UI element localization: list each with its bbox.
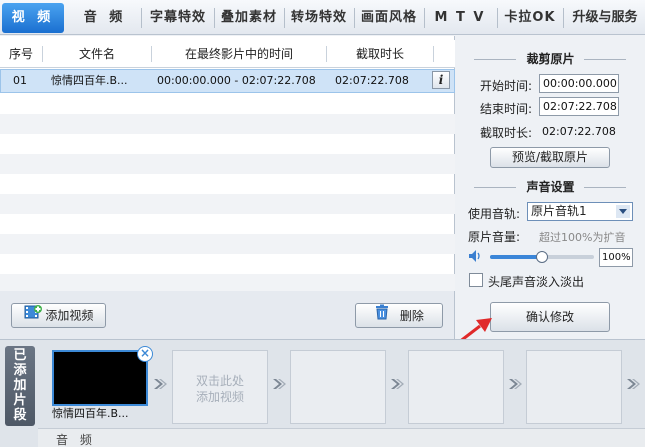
volume-slider-fill xyxy=(490,255,542,259)
add-video-label: 添加视频 xyxy=(45,308,94,323)
column-header-time-in-movie[interactable]: 在最终影片中的时间 xyxy=(152,40,326,68)
preview-trim-button[interactable]: 预览/截取原片 xyxy=(490,147,610,168)
fade-label: 头尾声音淡入淡出 xyxy=(488,275,585,289)
added-clips-strip: 已添加片段 × 惊情四百年.B... 双击此处 添加视频 音 频 xyxy=(0,339,645,447)
tab-karaoke[interactable]: 卡拉OK xyxy=(499,3,561,33)
app-window: 视 频 音 频 字幕特效 叠加素材 转场特效 画面风格 M T V 卡拉OK 升… xyxy=(0,0,645,447)
confirm-changes-button[interactable]: 确认修改 xyxy=(490,302,610,332)
added-clips-label-text: 已添加片段 xyxy=(13,348,27,423)
empty-row xyxy=(0,154,455,174)
add-video-placeholder: 双击此处 添加视频 xyxy=(173,373,267,405)
empty-clip-slot[interactable] xyxy=(408,350,504,424)
empty-row xyxy=(0,94,455,114)
volume-slider-handle[interactable] xyxy=(536,251,548,263)
tab-picture-style[interactable]: 画面风格 xyxy=(356,3,422,33)
delete-label: 删除 xyxy=(399,308,424,323)
chevron-down-icon xyxy=(616,205,630,218)
trash-icon xyxy=(374,304,390,328)
table-row[interactable]: 01 惊情四百年.B... 00:00:00.000 - 02:07:22.70… xyxy=(0,69,455,93)
chevron-right-icon xyxy=(625,376,641,392)
tab-separator xyxy=(497,8,498,28)
audio-track-select[interactable]: 原片音轨1 xyxy=(527,202,633,221)
tab-separator xyxy=(354,8,355,28)
video-list-table: 序号 文件名 在最终影片中的时间 截取时长 01 惊情四百年.B... 00:0… xyxy=(0,36,455,294)
tab-audio[interactable]: 音 频 xyxy=(74,3,136,33)
tab-separator xyxy=(214,8,215,28)
tab-upgrade-service[interactable]: 升级与服务 xyxy=(565,3,645,33)
empty-row xyxy=(0,234,455,254)
placeholder-line: 双击此处 xyxy=(195,374,244,388)
tab-separator xyxy=(141,8,142,28)
tab-mtv[interactable]: M T V xyxy=(426,3,494,33)
delete-button[interactable]: 删除 xyxy=(355,303,443,328)
empty-row xyxy=(0,254,455,274)
audio-track-label: 使用音轨: xyxy=(468,207,521,221)
cell-index: 01 xyxy=(13,74,27,87)
empty-clip-slot[interactable] xyxy=(526,350,622,424)
cell-time-range: 00:00:00.000 - 02:07:22.708 xyxy=(157,74,316,87)
empty-clip-slot[interactable] xyxy=(290,350,386,424)
divider xyxy=(584,59,626,60)
trim-duration-label: 截取时长: xyxy=(480,126,533,140)
empty-clip-slot[interactable]: 双击此处 添加视频 xyxy=(172,350,268,424)
chevron-right-icon xyxy=(389,376,405,392)
divider xyxy=(584,187,626,188)
audio-track-row: 音 频 xyxy=(38,428,645,447)
volume-value-input[interactable]: 100% xyxy=(599,248,633,267)
empty-row xyxy=(0,214,455,234)
tab-separator xyxy=(284,8,285,28)
chevron-right-icon xyxy=(271,376,287,392)
fade-checkbox[interactable] xyxy=(469,273,483,287)
empty-row xyxy=(0,114,455,134)
tab-subtitle-effects[interactable]: 字幕特效 xyxy=(144,3,212,33)
list-action-bar: 添加视频 删除 xyxy=(0,291,455,339)
empty-row xyxy=(0,174,455,194)
start-time-label: 开始时间: xyxy=(480,79,533,93)
added-clips-label: 已添加片段 xyxy=(5,346,35,426)
empty-row xyxy=(0,134,455,154)
speaker-icon xyxy=(468,249,484,263)
chevron-right-icon xyxy=(507,376,523,392)
close-icon[interactable]: × xyxy=(137,346,153,362)
end-time-label: 结束时间: xyxy=(480,102,533,116)
add-video-button[interactable]: 添加视频 xyxy=(11,303,106,328)
main-tab-bar: 视 频 音 频 字幕特效 叠加素材 转场特效 画面风格 M T V 卡拉OK 升… xyxy=(0,0,645,35)
settings-panel: 裁剪原片 开始时间: 00:00:00.000 结束时间: 02:07:22.7… xyxy=(456,36,645,339)
start-time-input[interactable]: 00:00:00.000 xyxy=(539,74,619,93)
tab-transition-effects[interactable]: 转场特效 xyxy=(286,3,352,33)
table-header: 序号 文件名 在最终影片中的时间 截取时长 xyxy=(0,40,455,68)
empty-row xyxy=(0,194,455,214)
placeholder-line: 添加视频 xyxy=(195,390,244,404)
add-video-icon xyxy=(24,304,42,328)
column-header-index[interactable]: 序号 xyxy=(0,40,42,68)
column-header-duration[interactable]: 截取时长 xyxy=(327,40,433,68)
clip-thumbnail[interactable] xyxy=(52,350,148,406)
cell-duration: 02:07:22.708 xyxy=(335,74,409,87)
chevron-right-icon xyxy=(152,376,168,392)
clip-name: 惊情四百年.B... xyxy=(52,407,129,420)
audio-track-value: 原片音轨1 xyxy=(531,204,587,218)
end-time-input[interactable]: 02:07:22.708 xyxy=(539,97,619,116)
tab-video[interactable]: 视 频 xyxy=(2,3,64,33)
volume-label: 原片音量: xyxy=(468,230,521,244)
volume-hint: 超过100%为扩音 xyxy=(539,231,626,244)
tab-overlay-materials[interactable]: 叠加素材 xyxy=(216,3,282,33)
info-icon[interactable]: i xyxy=(432,71,450,89)
audio-track-row-label: 音 频 xyxy=(56,433,96,447)
column-divider xyxy=(433,46,434,62)
cell-filename: 惊情四百年.B... xyxy=(51,74,128,87)
trim-duration-value: 02:07:22.708 xyxy=(542,125,616,138)
tab-separator xyxy=(563,8,564,28)
column-header-filename[interactable]: 文件名 xyxy=(43,40,151,68)
tab-separator xyxy=(424,8,425,28)
